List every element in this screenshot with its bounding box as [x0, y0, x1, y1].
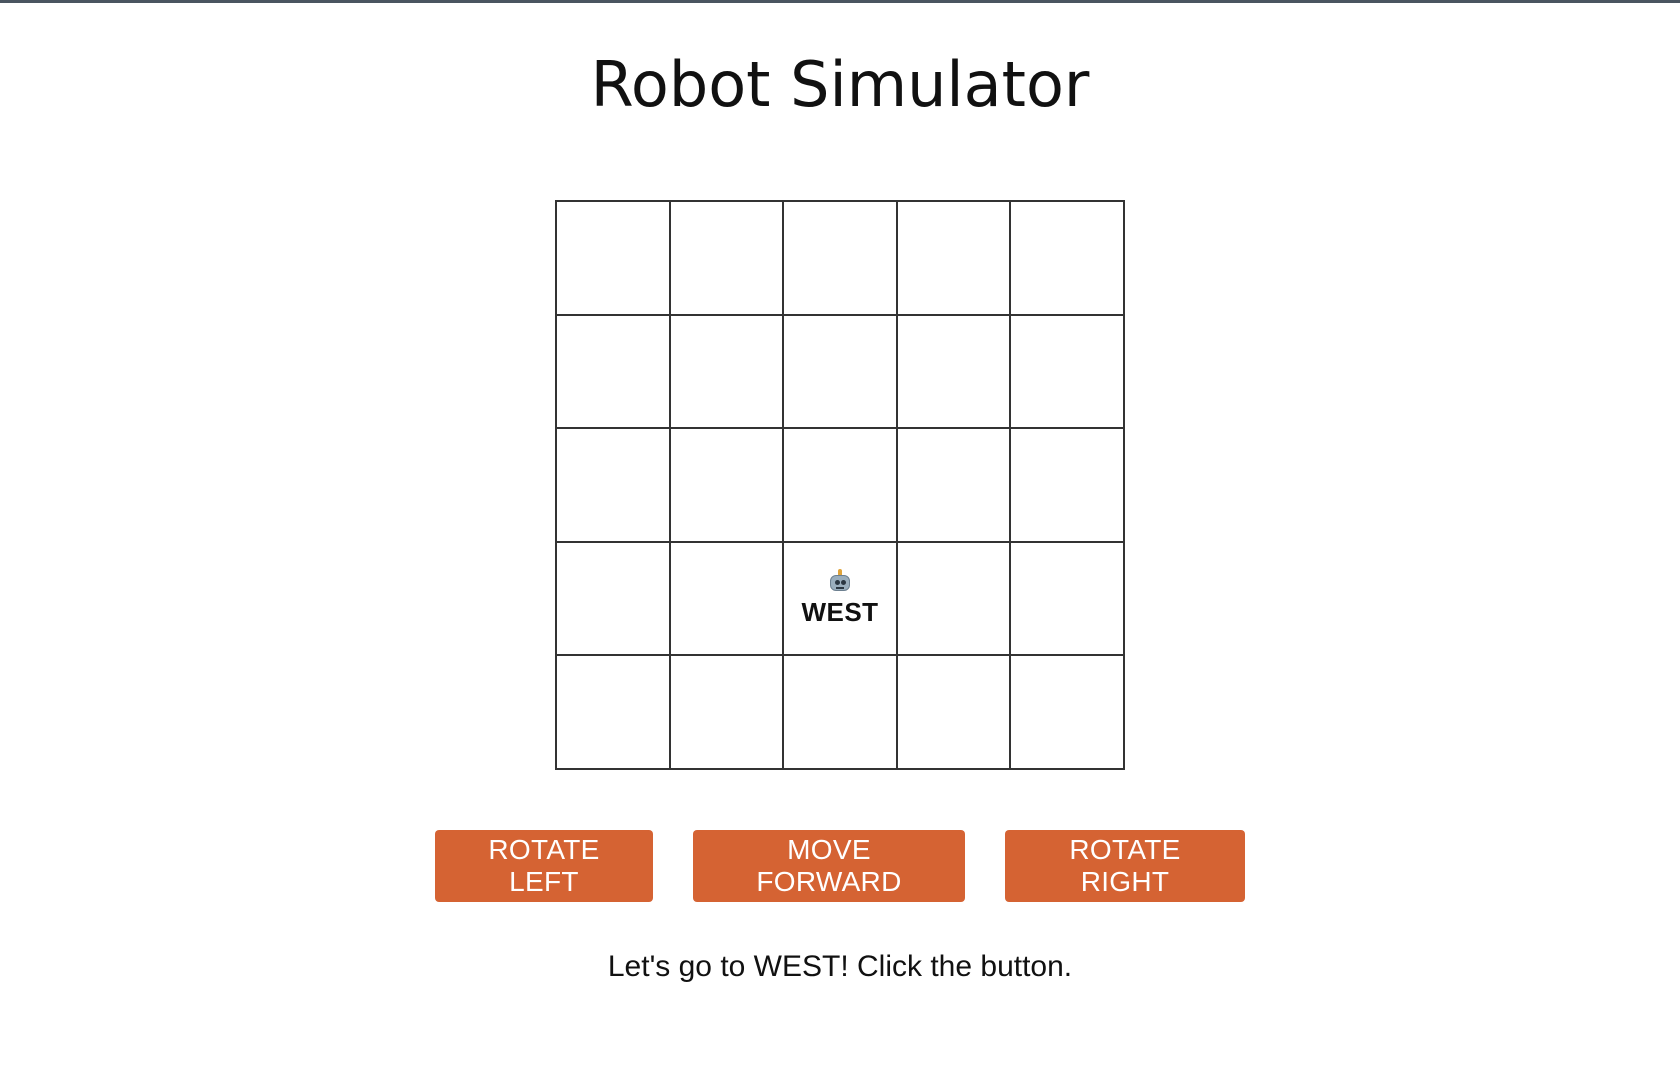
grid-cell	[783, 201, 897, 315]
grid-cell	[1010, 541, 1124, 656]
robot-face-icon	[827, 569, 853, 593]
grid-cell	[896, 201, 1011, 315]
grid-cell	[896, 541, 1011, 656]
grid-cell-robot: WEST	[783, 541, 897, 656]
rotate-right-button[interactable]: ROTATE RIGHT	[1005, 830, 1245, 902]
top-border	[0, 0, 1680, 3]
robot-grid: WEST	[555, 200, 1125, 770]
grid-cell	[669, 655, 784, 769]
robot-direction-label: WEST	[801, 597, 879, 628]
grid-cell	[1010, 655, 1124, 769]
move-forward-button[interactable]: MOVE FORWARD	[693, 830, 965, 902]
grid-cell	[1010, 201, 1124, 315]
status-message: Let's go to WEST! Click the button.	[607, 950, 1073, 983]
grid-cell	[556, 201, 670, 315]
grid-cell	[1010, 314, 1124, 429]
grid-cell	[783, 428, 897, 542]
grid-cell	[896, 428, 1011, 542]
grid-cell	[556, 428, 670, 542]
page-title: Robot Simulator	[590, 48, 1090, 121]
control-bar: ROTATE LEFT MOVE FORWARD ROTATE RIGHT	[0, 830, 1680, 902]
grid-cell	[1010, 428, 1124, 542]
grid-cell	[669, 314, 784, 429]
grid-cell	[783, 314, 897, 429]
grid-cell	[669, 201, 784, 315]
grid-cell	[896, 655, 1011, 769]
grid-cell	[669, 541, 784, 656]
grid-cell	[556, 314, 670, 429]
grid-cell	[556, 655, 670, 769]
grid-cell	[896, 314, 1011, 429]
grid-cell	[783, 655, 897, 769]
grid-cell	[669, 428, 784, 542]
grid-cell	[556, 541, 670, 656]
rotate-left-button[interactable]: ROTATE LEFT	[435, 830, 653, 902]
